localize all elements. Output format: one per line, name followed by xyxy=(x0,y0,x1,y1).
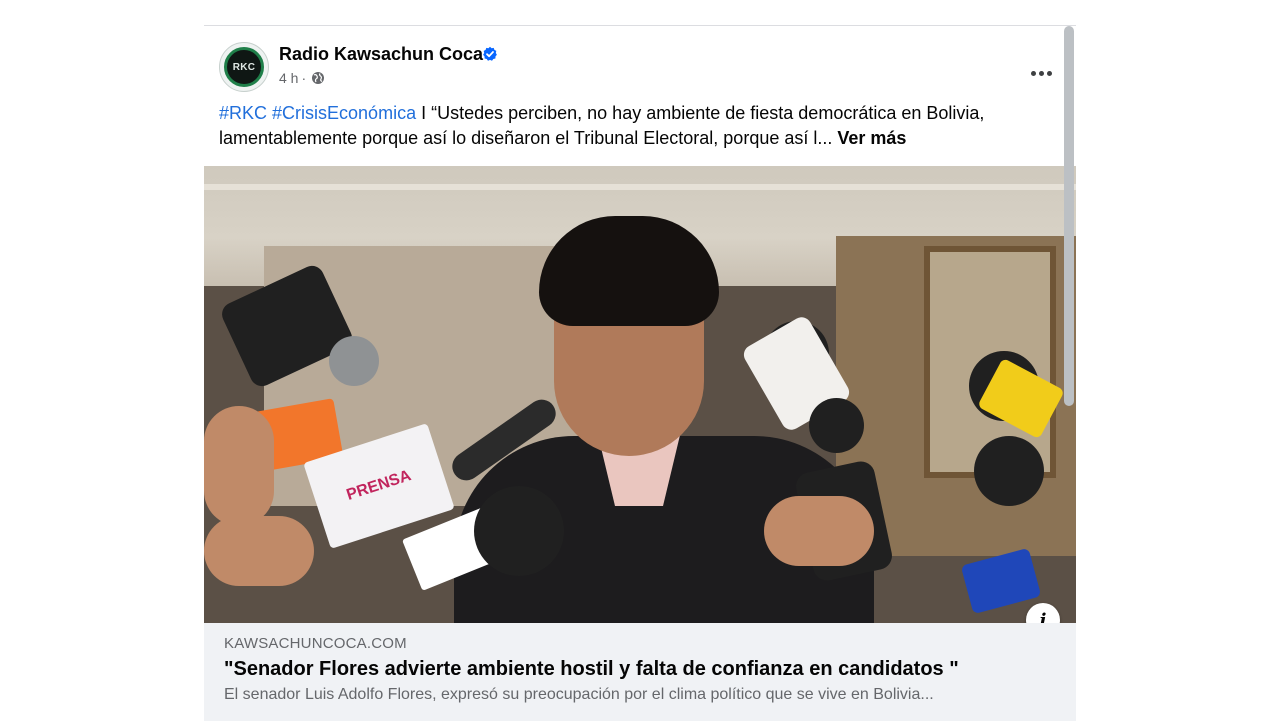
page-avatar[interactable]: RKC xyxy=(219,42,269,92)
link-preview[interactable]: KAWSACHUNCOCA.COM "Senador Flores advier… xyxy=(204,623,1076,721)
link-title[interactable]: "Senador Flores advierte ambiente hostil… xyxy=(224,658,959,681)
image-microphone-head xyxy=(974,436,1044,506)
meta-separator: · xyxy=(301,70,307,86)
post-image[interactable]: PRENSA i xyxy=(204,166,1076,623)
image-microphone xyxy=(329,336,379,386)
post-header: RKC Radio Kawsachun Coca 4 h · xyxy=(219,42,1076,92)
link-domain: KAWSACHUNCOCA.COM xyxy=(224,635,407,652)
image-hand xyxy=(764,496,874,566)
image-microphone-head xyxy=(809,398,864,453)
post-caption: #RKC #CrisisEconómica I “Ustedes percibe… xyxy=(219,101,1019,151)
globe-icon xyxy=(312,72,325,84)
image-mic-cube-blue xyxy=(960,547,1042,615)
post-timestamp[interactable]: 4 h xyxy=(279,70,298,86)
image-microphone-head xyxy=(474,486,564,576)
more-dot xyxy=(1038,70,1044,76)
link-description: El senador Luis Adolfo Flores, expresó s… xyxy=(224,686,934,703)
post-meta: 4 h · xyxy=(279,70,325,86)
verified-badge-icon xyxy=(483,46,497,61)
see-more-link[interactable]: Ver más xyxy=(837,128,906,148)
image-hand xyxy=(204,406,274,526)
avatar-logo: RKC xyxy=(224,47,264,87)
info-icon[interactable]: i xyxy=(1026,603,1060,623)
more-dot xyxy=(1030,70,1036,76)
hashtag-crisis-economica[interactable]: #CrisisEconómica xyxy=(272,103,416,123)
feed-post: RKC Radio Kawsachun Coca 4 h · #RKC #Cri… xyxy=(204,25,1076,721)
page-name-link[interactable]: Radio Kawsachun Coca xyxy=(279,44,483,65)
image-ceiling-line xyxy=(204,184,1076,190)
hashtag-rkc[interactable]: #RKC xyxy=(219,103,267,123)
image-hand xyxy=(204,516,314,586)
scrollbar-thumb[interactable] xyxy=(1064,26,1074,406)
more-options-button[interactable] xyxy=(1028,60,1054,86)
more-dot xyxy=(1046,70,1052,76)
